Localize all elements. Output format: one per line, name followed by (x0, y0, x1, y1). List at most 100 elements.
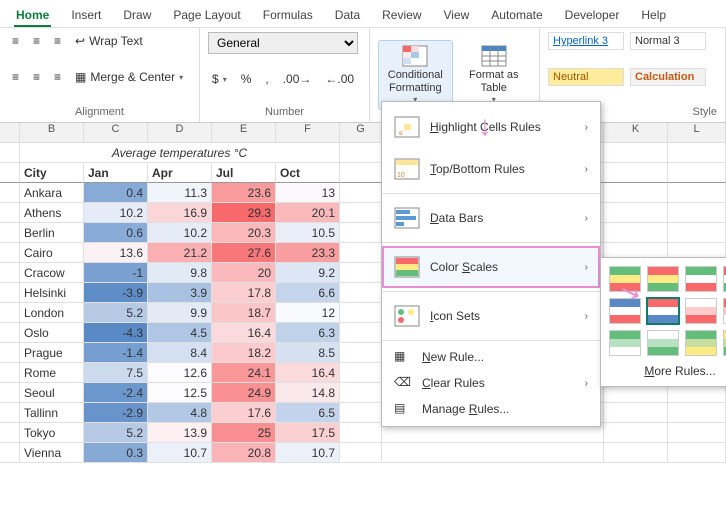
data-cell[interactable]: 20.3 (212, 223, 276, 243)
data-cell[interactable]: 0.4 (84, 183, 148, 203)
data-cell[interactable]: 12.5 (148, 383, 212, 403)
city-cell[interactable]: Ankara (20, 183, 84, 203)
data-cell[interactable]: -2.9 (84, 403, 148, 423)
data-cell[interactable]: 16.4 (212, 323, 276, 343)
data-cell[interactable]: 18.2 (212, 343, 276, 363)
data-cell[interactable]: 12.6 (148, 363, 212, 383)
data-cell[interactable]: 6.6 (276, 283, 340, 303)
tab-automate[interactable]: Automate (489, 6, 544, 27)
city-cell[interactable]: Oslo (20, 323, 84, 343)
col-C[interactable]: C (84, 123, 148, 143)
menu-highlight-cells-rules[interactable]: ≤ HHighlight Cells Rulesighlight Cells R… (382, 106, 600, 148)
tab-data[interactable]: Data (333, 6, 362, 27)
data-cell[interactable]: 5.2 (84, 423, 148, 443)
data-cell[interactable]: -1.4 (84, 343, 148, 363)
data-cell[interactable]: 9.9 (148, 303, 212, 323)
data-cell[interactable]: 14.8 (276, 383, 340, 403)
data-cell[interactable]: 23.3 (276, 243, 340, 263)
more-rules-link[interactable]: MMore Rules...ore Rules... (609, 356, 726, 378)
city-cell[interactable]: Cracow (20, 263, 84, 283)
col-B[interactable]: B (20, 123, 84, 143)
data-cell[interactable]: 13.6 (84, 243, 148, 263)
style-calculation[interactable]: Calculation (630, 68, 706, 86)
data-cell[interactable]: 9.8 (148, 263, 212, 283)
data-cell[interactable]: 8.5 (276, 343, 340, 363)
currency-icon[interactable]: $ ▾ (208, 70, 231, 88)
swatch-ryg[interactable] (647, 266, 679, 292)
data-cell[interactable]: 8.4 (148, 343, 212, 363)
swatch-rwb[interactable] (647, 298, 679, 324)
conditional-formatting-button[interactable]: Conditional Formatting ▾ (378, 40, 453, 110)
number-format-select[interactable]: General (208, 32, 358, 54)
data-cell[interactable]: 5.2 (84, 303, 148, 323)
data-cell[interactable]: 3.9 (148, 283, 212, 303)
data-cell[interactable]: 4.5 (148, 323, 212, 343)
style-neutral[interactable]: Neutral (548, 68, 624, 86)
tab-help[interactable]: Help (639, 6, 668, 27)
data-cell[interactable]: 24.1 (212, 363, 276, 383)
city-cell[interactable]: Helsinki (20, 283, 84, 303)
data-cell[interactable]: 17.6 (212, 403, 276, 423)
city-cell[interactable]: Athens (20, 203, 84, 223)
data-cell[interactable]: 23.6 (212, 183, 276, 203)
menu-icon-sets[interactable]: Icon Sets › (382, 295, 600, 337)
data-cell[interactable]: 17.5 (276, 423, 340, 443)
wrap-text-button[interactable]: ↩ Wrap Text (71, 32, 147, 50)
align-top-icon[interactable]: ≡ (8, 32, 23, 50)
data-cell[interactable]: 6.3 (276, 323, 340, 343)
data-cell[interactable]: 18.7 (212, 303, 276, 323)
swatch-gwr[interactable] (685, 266, 717, 292)
data-cell[interactable]: 11.3 (148, 183, 212, 203)
menu-color-scales[interactable]: Color Scales › (382, 246, 600, 288)
data-cell[interactable]: 0.6 (84, 223, 148, 243)
data-cell[interactable]: -1 (84, 263, 148, 283)
menu-data-bars[interactable]: Data Bars › (382, 197, 600, 239)
city-cell[interactable]: Tallinn (20, 403, 84, 423)
style-hyperlink[interactable]: Hyperlink 3 (548, 32, 624, 50)
data-cell[interactable]: -2.4 (84, 383, 148, 403)
data-cell[interactable]: 20.1 (276, 203, 340, 223)
data-cell[interactable]: 10.7 (148, 443, 212, 463)
data-cell[interactable]: 16.4 (276, 363, 340, 383)
city-cell[interactable]: Vienna (20, 443, 84, 463)
tab-formulas[interactable]: Formulas (261, 6, 315, 27)
data-cell[interactable]: 20 (212, 263, 276, 283)
city-cell[interactable]: Cairo (20, 243, 84, 263)
data-cell[interactable]: 7.5 (84, 363, 148, 383)
data-cell[interactable]: 17.8 (212, 283, 276, 303)
data-cell[interactable]: 10.2 (148, 223, 212, 243)
align-right-icon[interactable]: ≡ (50, 68, 65, 86)
tab-review[interactable]: Review (380, 6, 423, 27)
menu-top-bottom-rules[interactable]: 10 Top/Bottom Rules › (382, 148, 600, 190)
data-cell[interactable]: 9.2 (276, 263, 340, 283)
data-cell[interactable]: 6.5 (276, 403, 340, 423)
data-cell[interactable]: 20.8 (212, 443, 276, 463)
data-cell[interactable]: 10.2 (84, 203, 148, 223)
city-cell[interactable]: Seoul (20, 383, 84, 403)
data-cell[interactable]: 13.9 (148, 423, 212, 443)
data-cell[interactable]: 21.2 (148, 243, 212, 263)
data-cell[interactable]: 10.5 (276, 223, 340, 243)
swatch-gw[interactable] (609, 330, 641, 356)
swatch-gy[interactable] (685, 330, 717, 356)
city-cell[interactable]: Prague (20, 343, 84, 363)
col-F[interactable]: F (276, 123, 340, 143)
city-cell[interactable]: Rome (20, 363, 84, 383)
data-cell[interactable]: 4.8 (148, 403, 212, 423)
col-L[interactable]: L (668, 123, 726, 143)
menu-new-rule[interactable]: ▦ New Rule... (382, 344, 600, 370)
data-cell[interactable]: -4.3 (84, 323, 148, 343)
tab-developer[interactable]: Developer (563, 6, 622, 27)
align-center-icon[interactable]: ≡ (29, 68, 44, 86)
comma-icon[interactable]: , (261, 70, 272, 88)
tab-home[interactable]: Home (14, 6, 51, 27)
merge-center-button[interactable]: ▦ Merge & Center ▾ (71, 68, 187, 86)
data-cell[interactable]: 27.6 (212, 243, 276, 263)
align-middle-icon[interactable]: ≡ (29, 32, 44, 50)
data-cell[interactable]: 16.9 (148, 203, 212, 223)
data-cell[interactable]: -3.9 (84, 283, 148, 303)
tab-page-layout[interactable]: Page Layout (171, 6, 242, 27)
city-cell[interactable]: Tokyo (20, 423, 84, 443)
tab-draw[interactable]: Draw (121, 6, 153, 27)
style-normal[interactable]: Normal 3 (630, 32, 706, 50)
